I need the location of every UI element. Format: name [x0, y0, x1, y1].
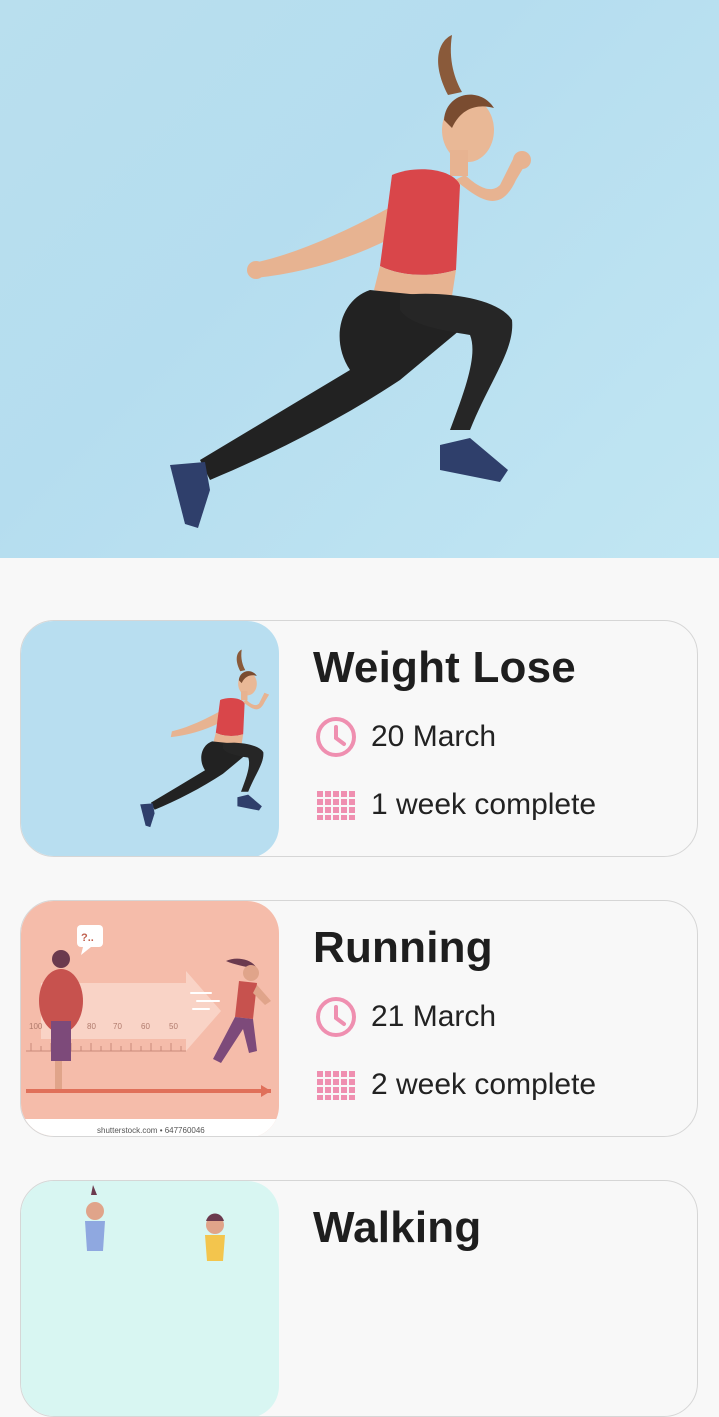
hero-image [0, 0, 719, 558]
workout-thumbnail: 100 80 70 60 50 ?.. shutterstock.com • 6… [21, 901, 279, 1136]
workout-date-row: 20 March [315, 715, 496, 759]
workout-title: Weight Lose [313, 643, 576, 692]
workout-card-running[interactable]: 100 80 70 60 50 ?.. shutterstock.com • 6… [20, 900, 698, 1137]
speech-bubble-text: ?.. [81, 932, 94, 944]
workout-progress: 1 week complete [371, 788, 597, 821]
clock-icon [315, 995, 359, 1039]
workout-thumbnail [21, 1181, 279, 1416]
clock-icon [315, 715, 359, 759]
scale-label: 70 [113, 1022, 122, 1031]
workout-date-row: 21 March [315, 995, 496, 1039]
workout-card-weight-lose[interactable]: Weight Lose 20 March 1 week complete [20, 620, 698, 857]
scale-label: 50 [169, 1022, 178, 1031]
workout-progress: 2 week complete [371, 1068, 597, 1101]
workout-date: 20 March [371, 720, 497, 753]
calendar-grid-icon [315, 1063, 359, 1107]
workout-date: 21 March [371, 1000, 497, 1033]
scale-label: 80 [87, 1022, 96, 1031]
scale-label: 100 [29, 1022, 43, 1031]
workout-card-walking[interactable]: Walking [20, 1180, 698, 1417]
image-caption: shutterstock.com • 647760046 [97, 1126, 205, 1135]
workout-thumbnail [21, 621, 279, 856]
workout-title: Walking [313, 1203, 482, 1252]
calendar-grid-icon [315, 783, 359, 827]
workout-progress-row: 2 week complete [315, 1063, 596, 1107]
workout-progress-row: 1 week complete [315, 783, 596, 827]
workout-title: Running [313, 923, 493, 972]
scale-label: 60 [141, 1022, 150, 1031]
